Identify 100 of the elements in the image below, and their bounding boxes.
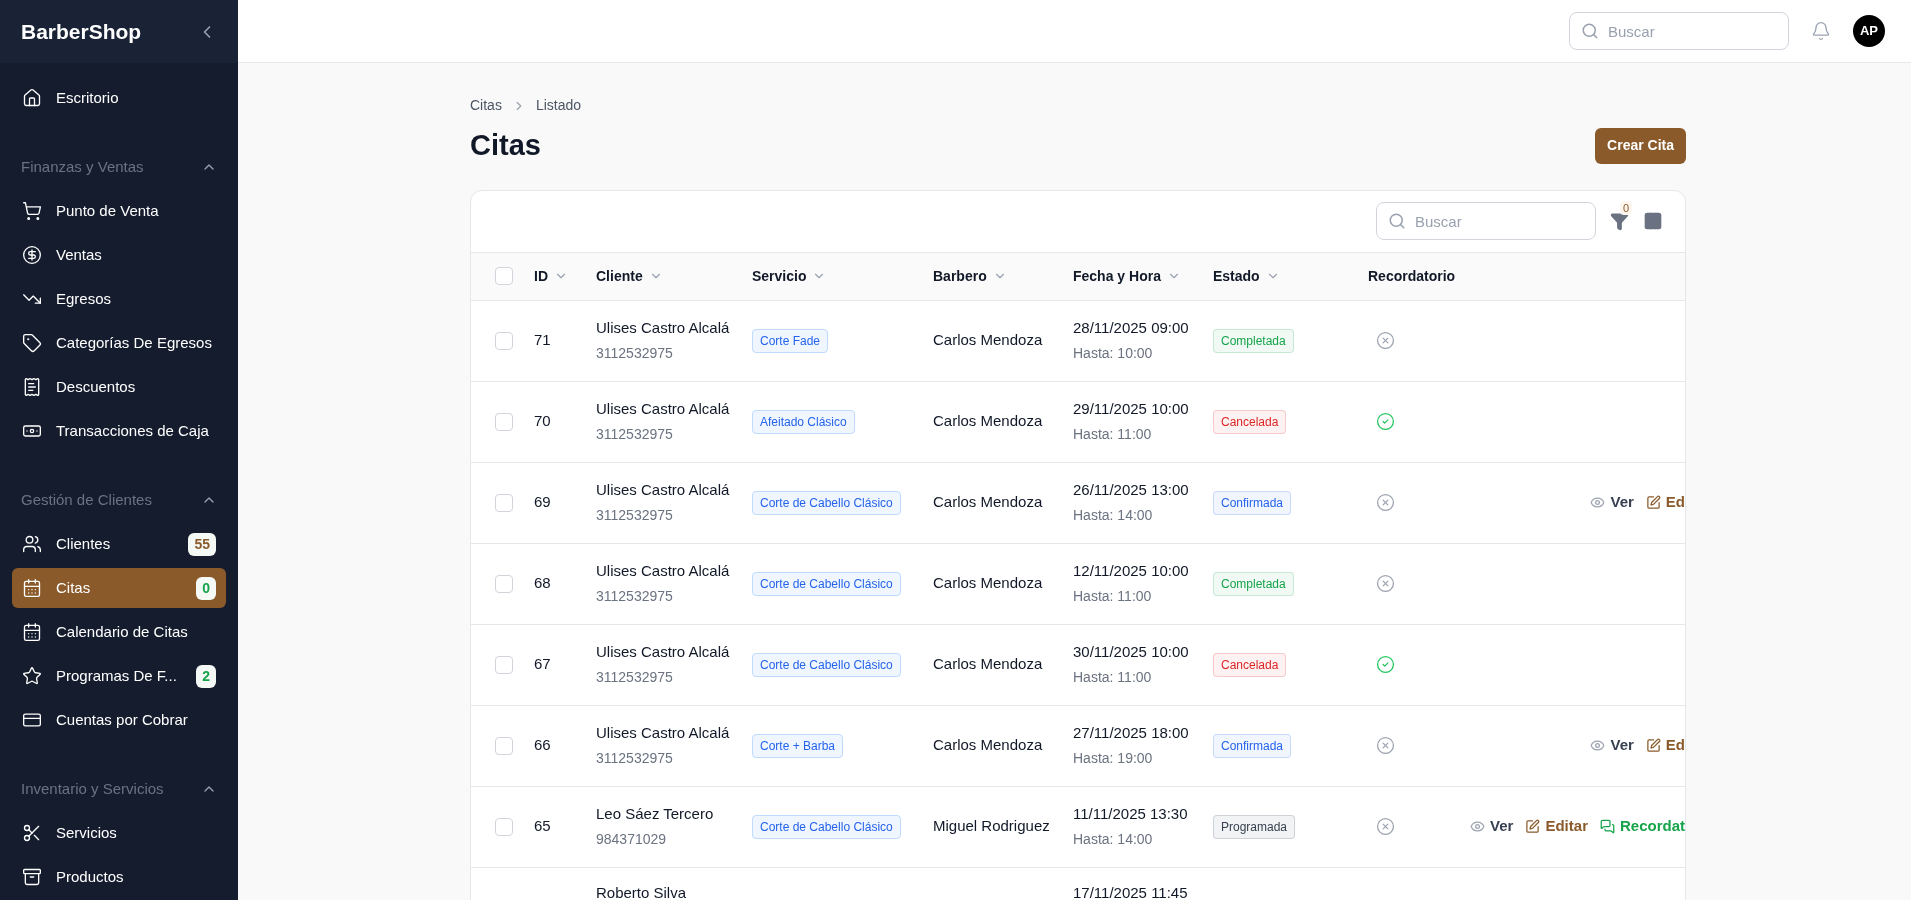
appointment-date: 28/11/2025 09:00	[1073, 317, 1190, 338]
row-checkbox[interactable]	[495, 574, 513, 593]
row-checkbox[interactable]	[495, 412, 513, 431]
client-phone: 3112532975	[596, 425, 674, 445]
pencil-icon	[1525, 819, 1541, 834]
breadcrumb-link[interactable]: Citas	[470, 95, 502, 116]
end-time: Hasta: 10:00	[1073, 344, 1154, 364]
id-cell-text: 68	[534, 573, 552, 594]
search-field[interactable]: Buscar	[1569, 12, 1789, 50]
eye-icon	[1590, 738, 1606, 753]
edit-link[interactable]: Editar	[1545, 815, 1588, 838]
brand-logo: BarberShop	[21, 18, 142, 45]
sidebar-item[interactable]: Categorías De Egresos	[12, 323, 226, 363]
count-badge: 2	[196, 664, 216, 688]
sidebar-item[interactable]: Punto de Venta	[12, 191, 226, 231]
section-header[interactable]: Inventario y Servicios	[0, 777, 238, 801]
service-tag: Corte de Cabello Clásico	[752, 815, 901, 839]
sidebar-item[interactable]: Citas 0	[12, 568, 226, 608]
id-cell-text: 69	[534, 492, 552, 513]
select-all-checkbox[interactable]	[495, 267, 513, 285]
search-icon	[1388, 212, 1406, 230]
client-name: Ulises Castro Alcalá	[596, 641, 731, 662]
barber-name: Carlos Mendoza	[933, 492, 1044, 513]
end-time: Hasta: 11:00	[1073, 587, 1153, 607]
service-tag: Corte de Cabello Clásico	[752, 491, 901, 515]
sidebar-item[interactable]: Transacciones de Caja	[12, 411, 226, 451]
column-header[interactable]: Cliente	[596, 265, 752, 287]
id-cell-text: 66	[534, 735, 552, 756]
client-name: Roberto Silva	[596, 882, 688, 900]
sidebar-item[interactable]: Calendario de Citas	[12, 612, 226, 652]
column-header[interactable]: Fecha y Hora	[1073, 265, 1213, 287]
filter-icon[interactable]	[1610, 211, 1629, 231]
client-phone: 3112532975	[596, 506, 674, 526]
status-tag: Cancelada	[1213, 410, 1287, 434]
filter-count-badge: 0	[1620, 200, 1633, 215]
section-header[interactable]: Finanzas y Ventas	[0, 155, 238, 179]
user-avatar[interactable]: AP	[1853, 15, 1885, 47]
sidebar-item[interactable]: Productos	[12, 857, 226, 897]
house-icon	[22, 88, 42, 108]
sidebar-item[interactable]: Clientes 55	[12, 524, 226, 564]
sidebar-item[interactable]: Servicios	[12, 813, 226, 853]
edit-link[interactable]: Ed	[1665, 491, 1685, 514]
calendar-icon	[22, 622, 42, 642]
id-cell-text: 71	[534, 330, 552, 351]
end-time: Hasta: 14:00	[1073, 506, 1154, 526]
view-link[interactable]: Ver	[1490, 815, 1514, 838]
row-checkbox[interactable]	[495, 493, 513, 512]
service-tag: Corte de Cabello Clásico	[752, 572, 901, 596]
column-header[interactable]: Barbero	[933, 265, 1073, 287]
sidebar-item[interactable]: Cuentas por Cobrar	[12, 700, 226, 740]
scissors-icon	[22, 823, 42, 843]
client-phone: 3112532975	[596, 587, 674, 607]
appointment-date: 29/11/2025 10:00	[1073, 398, 1190, 419]
users-icon	[22, 534, 42, 554]
row-checkbox[interactable]	[495, 817, 513, 836]
id-cell-text: 70	[534, 411, 552, 432]
pencil-icon	[1645, 738, 1661, 753]
search-field[interactable]: Buscar	[1376, 202, 1596, 240]
end-time: Hasta: 11:00	[1073, 425, 1153, 445]
status-tag: Completada	[1213, 329, 1294, 353]
count-badge: 0	[196, 576, 216, 600]
service-tag: Corte Fade	[752, 329, 829, 353]
status-tag: Cancelada	[1213, 653, 1287, 677]
column-header[interactable]: Estado	[1213, 265, 1368, 287]
section-header[interactable]: Gestión de Clientes	[0, 488, 238, 512]
client-phone: 3112532975	[596, 344, 674, 364]
status-tag: Programada	[1213, 815, 1296, 839]
column-header[interactable]: Servicio	[752, 265, 933, 287]
view-link[interactable]: Ver	[1610, 734, 1634, 757]
row-checkbox[interactable]	[495, 736, 513, 755]
appointment-date: 11/11/2025 13:30	[1073, 803, 1189, 824]
eye-icon	[1590, 495, 1606, 510]
end-time: Hasta: 11:00	[1073, 668, 1153, 688]
appointment-date: 12/11/2025 10:00	[1073, 560, 1190, 581]
id-cell-text: 67	[534, 654, 552, 675]
client-phone: 3112532975	[596, 749, 674, 769]
bell-icon[interactable]	[1811, 21, 1831, 41]
client-name: Ulises Castro Alcalá	[596, 479, 731, 500]
appointment-date: 27/11/2025 18:00	[1073, 722, 1190, 743]
status-tag: Completada	[1213, 572, 1294, 596]
row-checkbox[interactable]	[495, 331, 513, 350]
row-checkbox[interactable]	[495, 655, 513, 674]
breadcrumb-link[interactable]: Listado	[535, 95, 582, 116]
pencil-icon	[1645, 495, 1661, 510]
column-header[interactable]: ID	[534, 265, 596, 287]
appointment-date: 30/11/2025 10:00	[1073, 641, 1190, 662]
sidebar-item[interactable]: Programas De F... 2	[12, 656, 226, 696]
view-link[interactable]: Ver	[1610, 491, 1634, 514]
sidebar-item[interactable]: Ventas	[12, 235, 226, 275]
barber-name: Carlos Mendoza	[933, 735, 1044, 756]
calendar-icon	[22, 578, 42, 598]
barber-name: Carlos Mendoza	[933, 654, 1044, 675]
client-name: Ulises Castro Alcalá	[596, 722, 731, 743]
service-tag: Afeitado Clásico	[752, 410, 855, 434]
sidebar-item[interactable]: Escritorio	[12, 78, 226, 118]
edit-link[interactable]: Ed	[1665, 734, 1685, 757]
status-tag: Confirmada	[1213, 734, 1292, 758]
create-button[interactable]: Crear Cita	[1595, 127, 1686, 164]
sidebar-item[interactable]: Descuentos	[12, 367, 226, 407]
sidebar-item[interactable]: Egresos	[12, 279, 226, 319]
